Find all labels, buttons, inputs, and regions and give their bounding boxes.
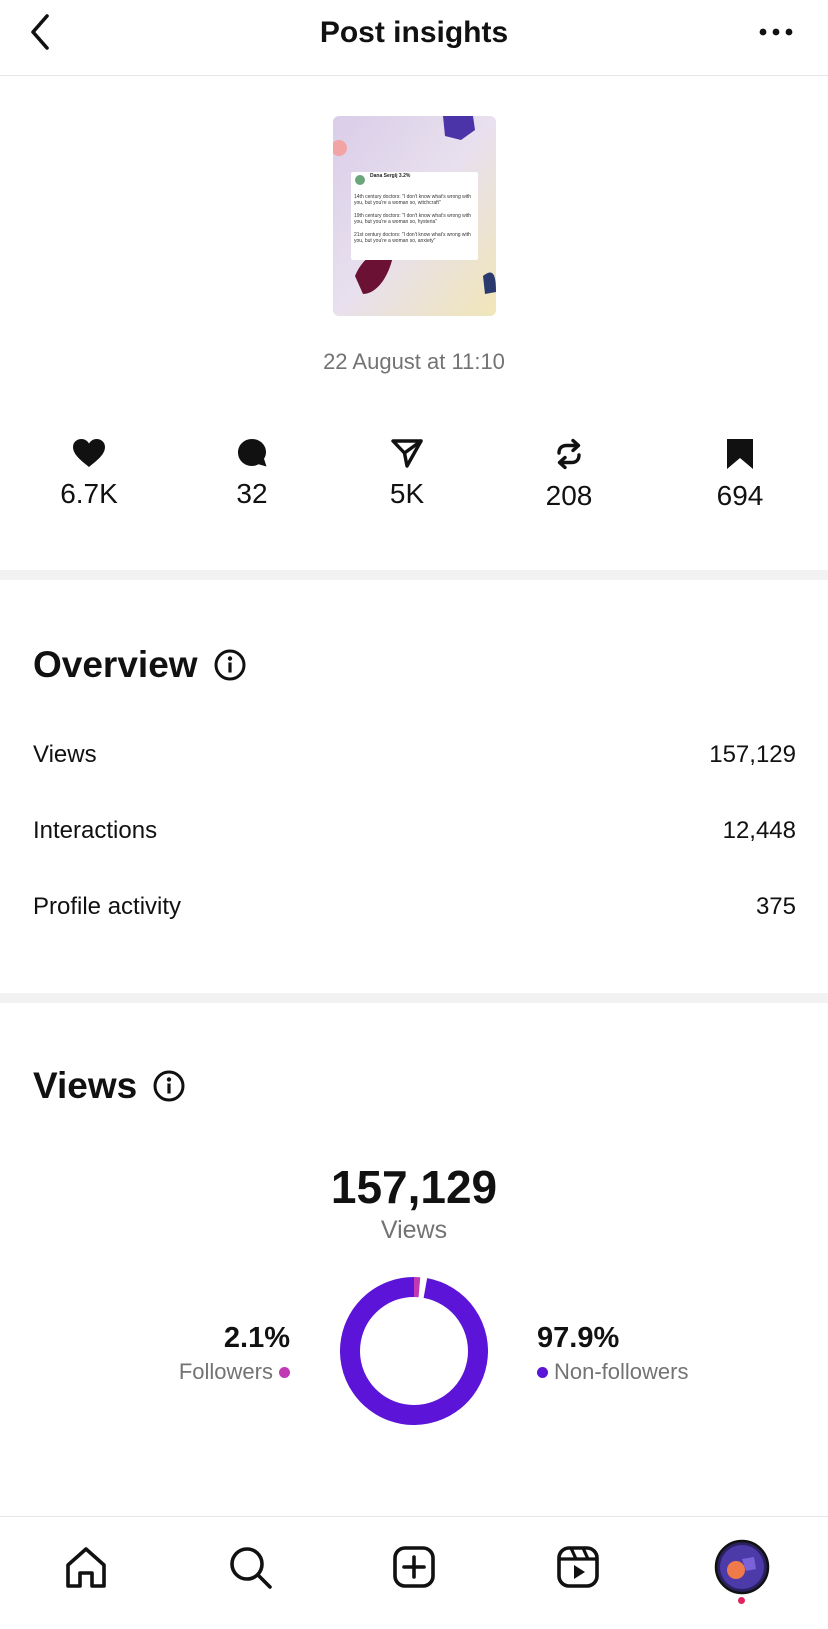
search-icon <box>230 1547 272 1589</box>
row-label: Interactions <box>33 817 158 844</box>
info-icon[interactable] <box>153 1070 185 1102</box>
row-label: Views <box>33 741 97 768</box>
thumbnail-author: Dana Sergij 3.2% <box>370 173 411 179</box>
bottom-tab-bar <box>0 1516 828 1629</box>
overview-heading: Overview <box>33 644 246 686</box>
row-value: 157,129 <box>709 741 796 768</box>
followers-percent: 2.1% <box>223 1322 290 1354</box>
row-value: 375 <box>755 893 796 920</box>
notification-dot <box>738 1597 745 1604</box>
thumbnail-text: Dana Sergij 3.2% <box>370 173 470 179</box>
saves-count: 694 <box>716 480 764 511</box>
row-label: Profile activity <box>33 893 182 920</box>
post-date: 22 August at 11:10 <box>323 349 505 374</box>
repost-icon <box>557 438 581 470</box>
views-donut-chart <box>340 1277 488 1425</box>
non-followers-legend: Non-followers <box>537 1359 689 1385</box>
overview-row-views[interactable]: Views 157,129 <box>33 735 796 775</box>
non-followers-percent: 97.9% <box>537 1322 620 1354</box>
reposts-stat[interactable]: 208 <box>509 438 629 512</box>
row-value: 12,448 <box>722 817 796 844</box>
views-title: Views <box>33 1065 138 1106</box>
more-options-button[interactable] <box>752 12 800 52</box>
comment-icon <box>238 439 267 467</box>
home-icon <box>66 1547 106 1588</box>
overview-row-interactions[interactable]: Interactions 12,448 <box>33 811 796 851</box>
followers-label: Followers <box>178 1359 273 1384</box>
more-dots-icon <box>759 28 793 36</box>
shares-stat[interactable]: 5K <box>347 438 467 510</box>
top-bar: Post insights <box>0 0 828 76</box>
profile-avatar <box>714 1539 770 1595</box>
saves-stat[interactable]: 694 <box>680 438 800 512</box>
thumbnail-line-2: 19th century doctors: "I don't know what… <box>354 213 472 225</box>
post-thumbnail[interactable]: Dana Sergij 3.2% 14th century doctors: "… <box>333 116 496 316</box>
likes-stat[interactable]: 6.7K <box>29 438 149 510</box>
page-title: Post insights <box>319 16 509 49</box>
bookmark-icon <box>727 439 753 469</box>
thumbnail-line-1: 14th century doctors: "I don't know what… <box>354 194 472 206</box>
info-icon[interactable] <box>214 649 246 681</box>
tab-home[interactable] <box>46 1517 126 1617</box>
non-followers-dot <box>537 1366 548 1378</box>
heart-icon <box>73 439 105 467</box>
shares-count: 5K <box>389 478 425 509</box>
likes-count: 6.7K <box>60 478 118 509</box>
followers-legend: Followers <box>179 1359 290 1385</box>
tab-search[interactable] <box>210 1517 290 1617</box>
tab-create[interactable] <box>374 1517 454 1617</box>
views-total: 157,129 <box>330 1161 498 1213</box>
tab-reels[interactable] <box>538 1517 618 1617</box>
non-followers-arc <box>340 1277 488 1425</box>
create-icon <box>393 1546 435 1588</box>
non-followers-breakdown: 97.9% Non-followers <box>537 1322 689 1385</box>
comments-count: 32 <box>236 478 268 509</box>
reels-icon <box>557 1546 599 1588</box>
followers-dot <box>279 1366 290 1378</box>
section-divider <box>0 993 828 1003</box>
reposts-count: 208 <box>545 480 593 511</box>
comments-stat[interactable]: 32 <box>192 438 312 510</box>
non-followers-label: Non-followers <box>554 1359 689 1384</box>
engagement-stats: 6.7K 32 5K 208 694 <box>0 438 828 518</box>
overview-title: Overview <box>33 644 198 685</box>
thumbnail-body: 14th century doctors: "I don't know what… <box>354 194 474 244</box>
thumbnail-line-3: 21st century doctors: "I don't know what… <box>354 232 471 244</box>
followers-breakdown: 2.1% Followers <box>179 1322 290 1385</box>
overview-row-profile-activity[interactable]: Profile activity 375 <box>33 887 796 927</box>
section-divider <box>0 570 828 580</box>
share-icon <box>391 439 423 468</box>
views-heading: Views <box>33 1065 185 1107</box>
views-total-label: Views <box>380 1216 448 1244</box>
